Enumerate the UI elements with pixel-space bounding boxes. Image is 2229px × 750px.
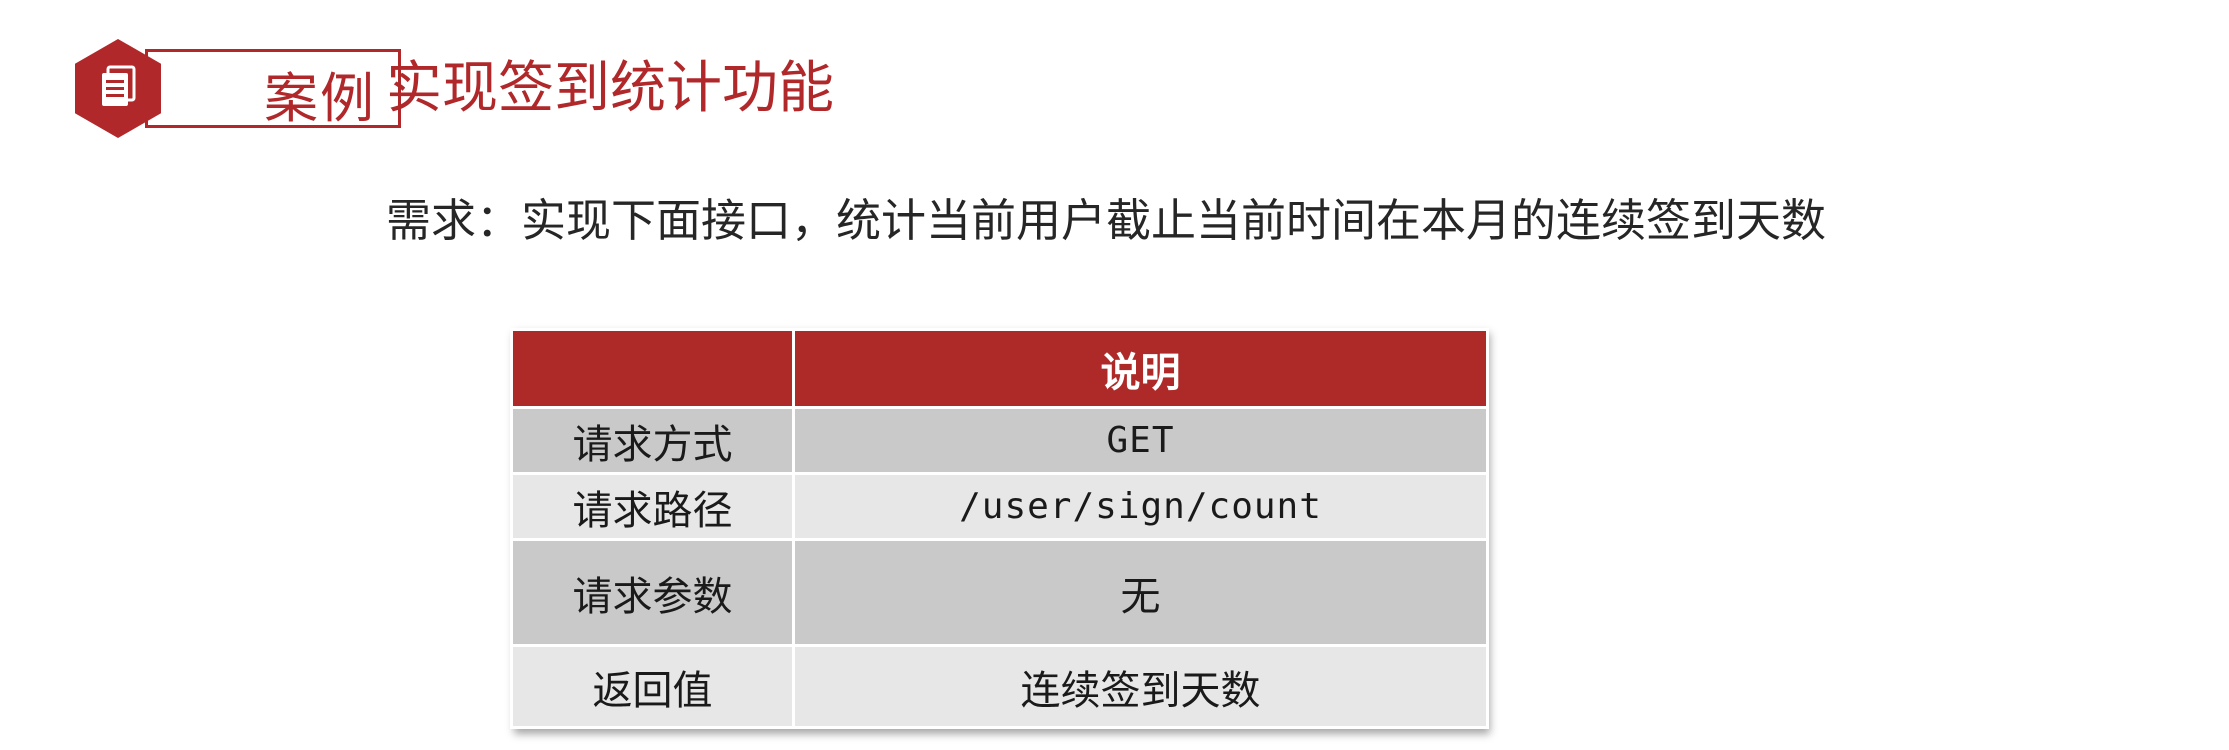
row-label: 请求参数 — [510, 538, 795, 647]
badge-label: 案例 — [264, 67, 376, 130]
table-header-cell: 说明 — [792, 328, 1489, 409]
table-row: 请求路径 /user/sign/count — [510, 472, 1489, 541]
row-label: 请求方式 — [510, 406, 795, 475]
table-header-row: 说明 — [510, 328, 1489, 409]
row-label: 返回值 — [510, 644, 795, 729]
table-header-cell — [510, 328, 795, 409]
api-table: 说明 请求方式 GET 请求路径 /user/sign/count 请求参数 无… — [510, 328, 1489, 729]
row-value: 无 — [792, 538, 1489, 647]
table-row: 请求方式 GET — [510, 406, 1489, 475]
section-badge: 案例 — [75, 39, 401, 138]
row-value: /user/sign/count — [792, 472, 1489, 541]
row-value: 连续签到天数 — [792, 644, 1489, 729]
row-label: 请求路径 — [510, 472, 795, 541]
page-title: 实现签到统计功能 — [386, 56, 834, 121]
table-row: 请求参数 无 — [510, 538, 1489, 647]
document-icon — [75, 39, 161, 138]
badge-frame: 案例 — [145, 49, 401, 130]
requirement-text: 需求：实现下面接口，统计当前用户截止当前时间在本月的连续签到天数 — [386, 194, 1827, 247]
row-value: GET — [792, 406, 1489, 475]
table-row: 返回值 连续签到天数 — [510, 644, 1489, 729]
